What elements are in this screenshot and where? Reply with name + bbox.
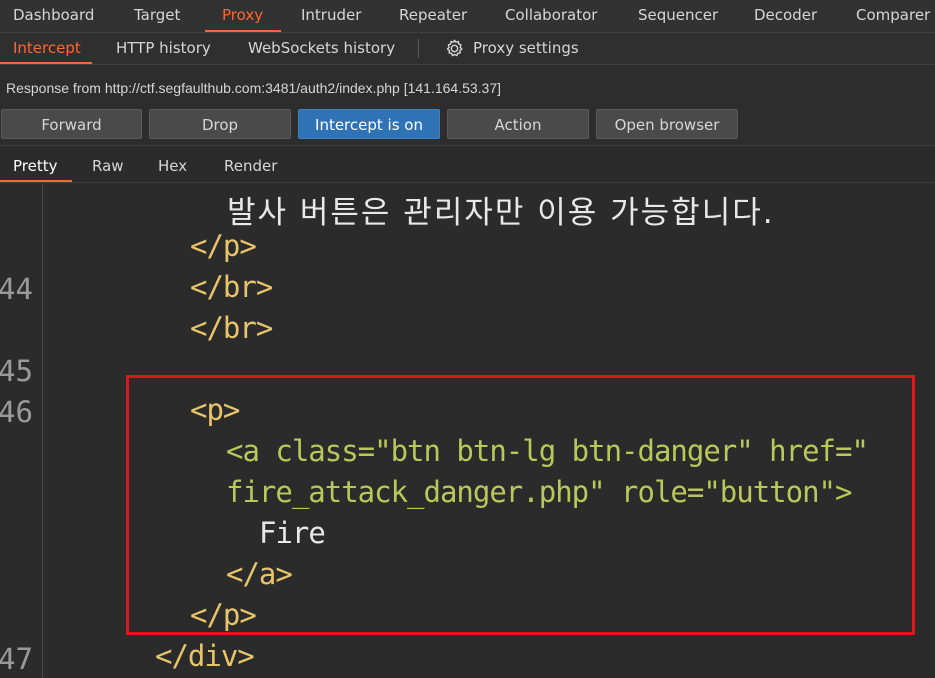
response-editor[interactable]: 발사 버튼은 관리자만 이용 가능합니다. 44 45 46 47 </p> <… <box>0 183 935 678</box>
forward-button[interactable]: Forward <box>1 109 142 139</box>
tab-sequencer[interactable]: Sequencer <box>638 0 718 32</box>
view-tab-render[interactable]: Render <box>224 146 277 182</box>
view-tab-raw[interactable]: Raw <box>92 146 124 182</box>
code-line-close-br: </br> <box>190 311 273 345</box>
subtab-separator <box>418 39 419 58</box>
code-korean-text: 발사 버튼은 관리자만 이용 가능합니다. <box>227 195 775 231</box>
highlight-annotation-box <box>126 375 915 635</box>
subtab-websockets-history[interactable]: WebSockets history <box>248 33 395 64</box>
code-line-close-br: </br> <box>190 270 273 304</box>
active-tab-indicator <box>205 30 281 32</box>
subtab-intercept[interactable]: Intercept <box>13 33 81 64</box>
view-tab-pretty[interactable]: Pretty <box>13 146 58 182</box>
proxy-sub-tab-bar: Intercept HTTP history WebSockets histor… <box>0 33 935 65</box>
tab-repeater[interactable]: Repeater <box>399 0 467 32</box>
tab-intruder[interactable]: Intruder <box>301 0 361 32</box>
open-browser-button[interactable]: Open browser <box>596 109 738 139</box>
tab-proxy[interactable]: Proxy <box>222 0 263 32</box>
code-line-close-p: </p> <box>190 229 257 263</box>
intercept-toggle-button[interactable]: Intercept is on <box>298 109 440 139</box>
line-number: 46 <box>0 395 33 429</box>
active-view-indicator <box>0 180 72 182</box>
line-number: 44 <box>0 272 33 306</box>
tab-decoder[interactable]: Decoder <box>754 0 817 32</box>
gear-icon[interactable] <box>444 38 465 59</box>
drop-button[interactable]: Drop <box>149 109 291 139</box>
tab-target[interactable]: Target <box>134 0 180 32</box>
line-number: 45 <box>0 354 33 388</box>
active-subtab-indicator <box>0 62 92 64</box>
action-button[interactable]: Action <box>447 109 589 139</box>
gutter-divider <box>42 183 43 678</box>
top-tab-bar: Dashboard Target Proxy Intruder Repeater… <box>0 0 935 33</box>
view-tab-hex[interactable]: Hex <box>158 146 187 182</box>
response-source-label: Response from http://ctf.segfaulthub.com… <box>6 80 502 96</box>
message-view-tabs: Pretty Raw Hex Render <box>0 146 935 183</box>
intercept-toolbar: Response from http://ctf.segfaulthub.com… <box>0 65 935 146</box>
tab-dashboard[interactable]: Dashboard <box>13 0 94 32</box>
line-number: 47 <box>0 642 33 676</box>
tab-comparer[interactable]: Comparer <box>856 0 930 32</box>
code-line-close-div: </div> <box>155 639 255 673</box>
tab-collaborator[interactable]: Collaborator <box>505 0 597 32</box>
subtab-proxy-settings[interactable]: Proxy settings <box>473 33 579 64</box>
subtab-http-history[interactable]: HTTP history <box>116 33 211 64</box>
